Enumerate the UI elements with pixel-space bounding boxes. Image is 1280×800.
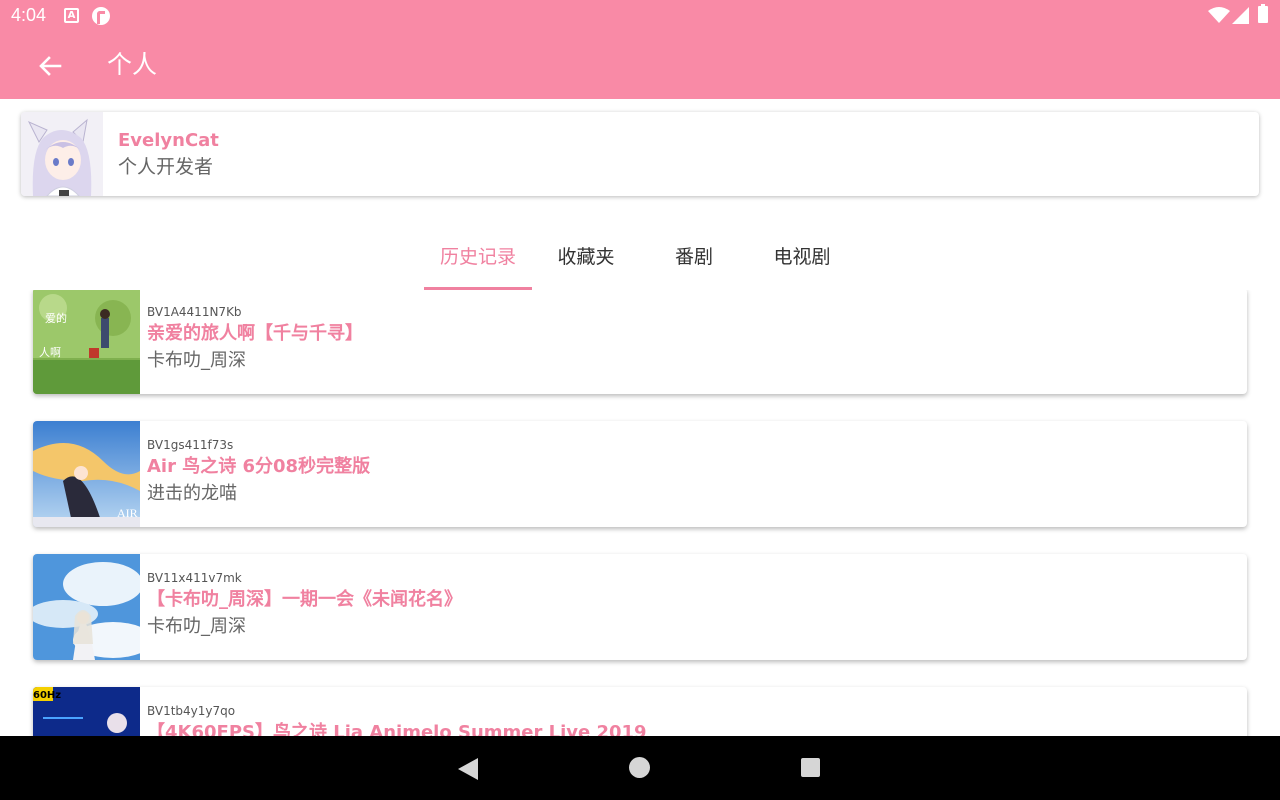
nav-back-icon[interactable] (458, 758, 478, 780)
profile-card[interactable]: EvelynCat 个人开发者 (21, 112, 1259, 196)
thumbnail-text: 60Hz (33, 690, 61, 701)
video-bvid: BV1tb4y1y7qo (147, 704, 236, 718)
nav-home-icon[interactable] (629, 757, 650, 778)
video-bvid: BV1gs411f73s (147, 438, 234, 452)
video-author: 卡布叻_周深 (147, 350, 246, 371)
arrow-left-icon[interactable] (36, 52, 64, 80)
tab-favorites[interactable]: 收藏夹 (532, 232, 640, 290)
video-title: 【4K60FPS】鸟之诗 Lia Animelo Summer Live 201… (147, 722, 647, 736)
video-thumbnail: 60Hz (33, 687, 140, 736)
nav-recents-icon[interactable] (801, 758, 820, 777)
list-item[interactable]: BV11x411v7mk 【卡布叻_周深】一期一会《未闻花名》 卡布叻_周深 (33, 554, 1247, 660)
list-item[interactable]: 60Hz BV1tb4y1y7qo 【4K60FPS】鸟之诗 Lia Anime… (33, 687, 1247, 736)
a-notification-icon: A (64, 8, 79, 23)
page-title: 个人 (107, 50, 158, 79)
status-clock: 4:04 (11, 5, 47, 25)
battery-icon (1258, 4, 1268, 23)
app-bar: 4:04 A 个人 (0, 0, 1280, 99)
profile-description: 个人开发者 (118, 156, 214, 178)
p-notification-icon (92, 7, 110, 25)
tab-tv-series[interactable]: 电视剧 (748, 232, 856, 290)
cell-signal-icon (1232, 7, 1249, 24)
navigation-bar (0, 736, 1280, 800)
list-item[interactable]: AIR BV1gs411f73s Air 鸟之诗 6分08秒完整版 进击的龙喵 (33, 421, 1247, 527)
video-title: Air 鸟之诗 6分08秒完整版 (147, 456, 371, 477)
video-thumbnail: 爱的 人啊 (33, 290, 140, 394)
thumbnail-text: 爱的 (45, 311, 67, 325)
thumbnail-text: AIR (117, 506, 138, 520)
avatar (21, 112, 103, 196)
video-title: 【卡布叻_周深】一期一会《未闻花名》 (147, 589, 462, 610)
video-thumbnail: AIR (33, 421, 140, 527)
video-bvid: BV11x411v7mk (147, 571, 242, 585)
profile-name: EvelynCat (118, 130, 219, 151)
video-thumbnail (33, 554, 140, 660)
list-item[interactable]: 爱的 人啊 BV1A4411N7Kb 亲爱的旅人啊【千与千寻】 卡布叻_周深 (33, 290, 1247, 394)
tab-history[interactable]: 历史记录 (424, 232, 532, 290)
video-bvid: BV1A4411N7Kb (147, 305, 242, 319)
thumbnail-text: 人啊 (39, 346, 61, 359)
history-list[interactable]: 爱的 人啊 BV1A4411N7Kb 亲爱的旅人啊【千与千寻】 卡布叻_周深 A… (0, 290, 1280, 736)
video-title: 亲爱的旅人啊【千与千寻】 (147, 323, 363, 344)
status-bar: 4:04 A (0, 0, 1280, 32)
wifi-icon (1208, 7, 1230, 23)
video-author: 卡布叻_周深 (147, 616, 246, 637)
video-author: 进击的龙喵 (147, 483, 237, 504)
tab-bangumi[interactable]: 番剧 (640, 232, 748, 290)
